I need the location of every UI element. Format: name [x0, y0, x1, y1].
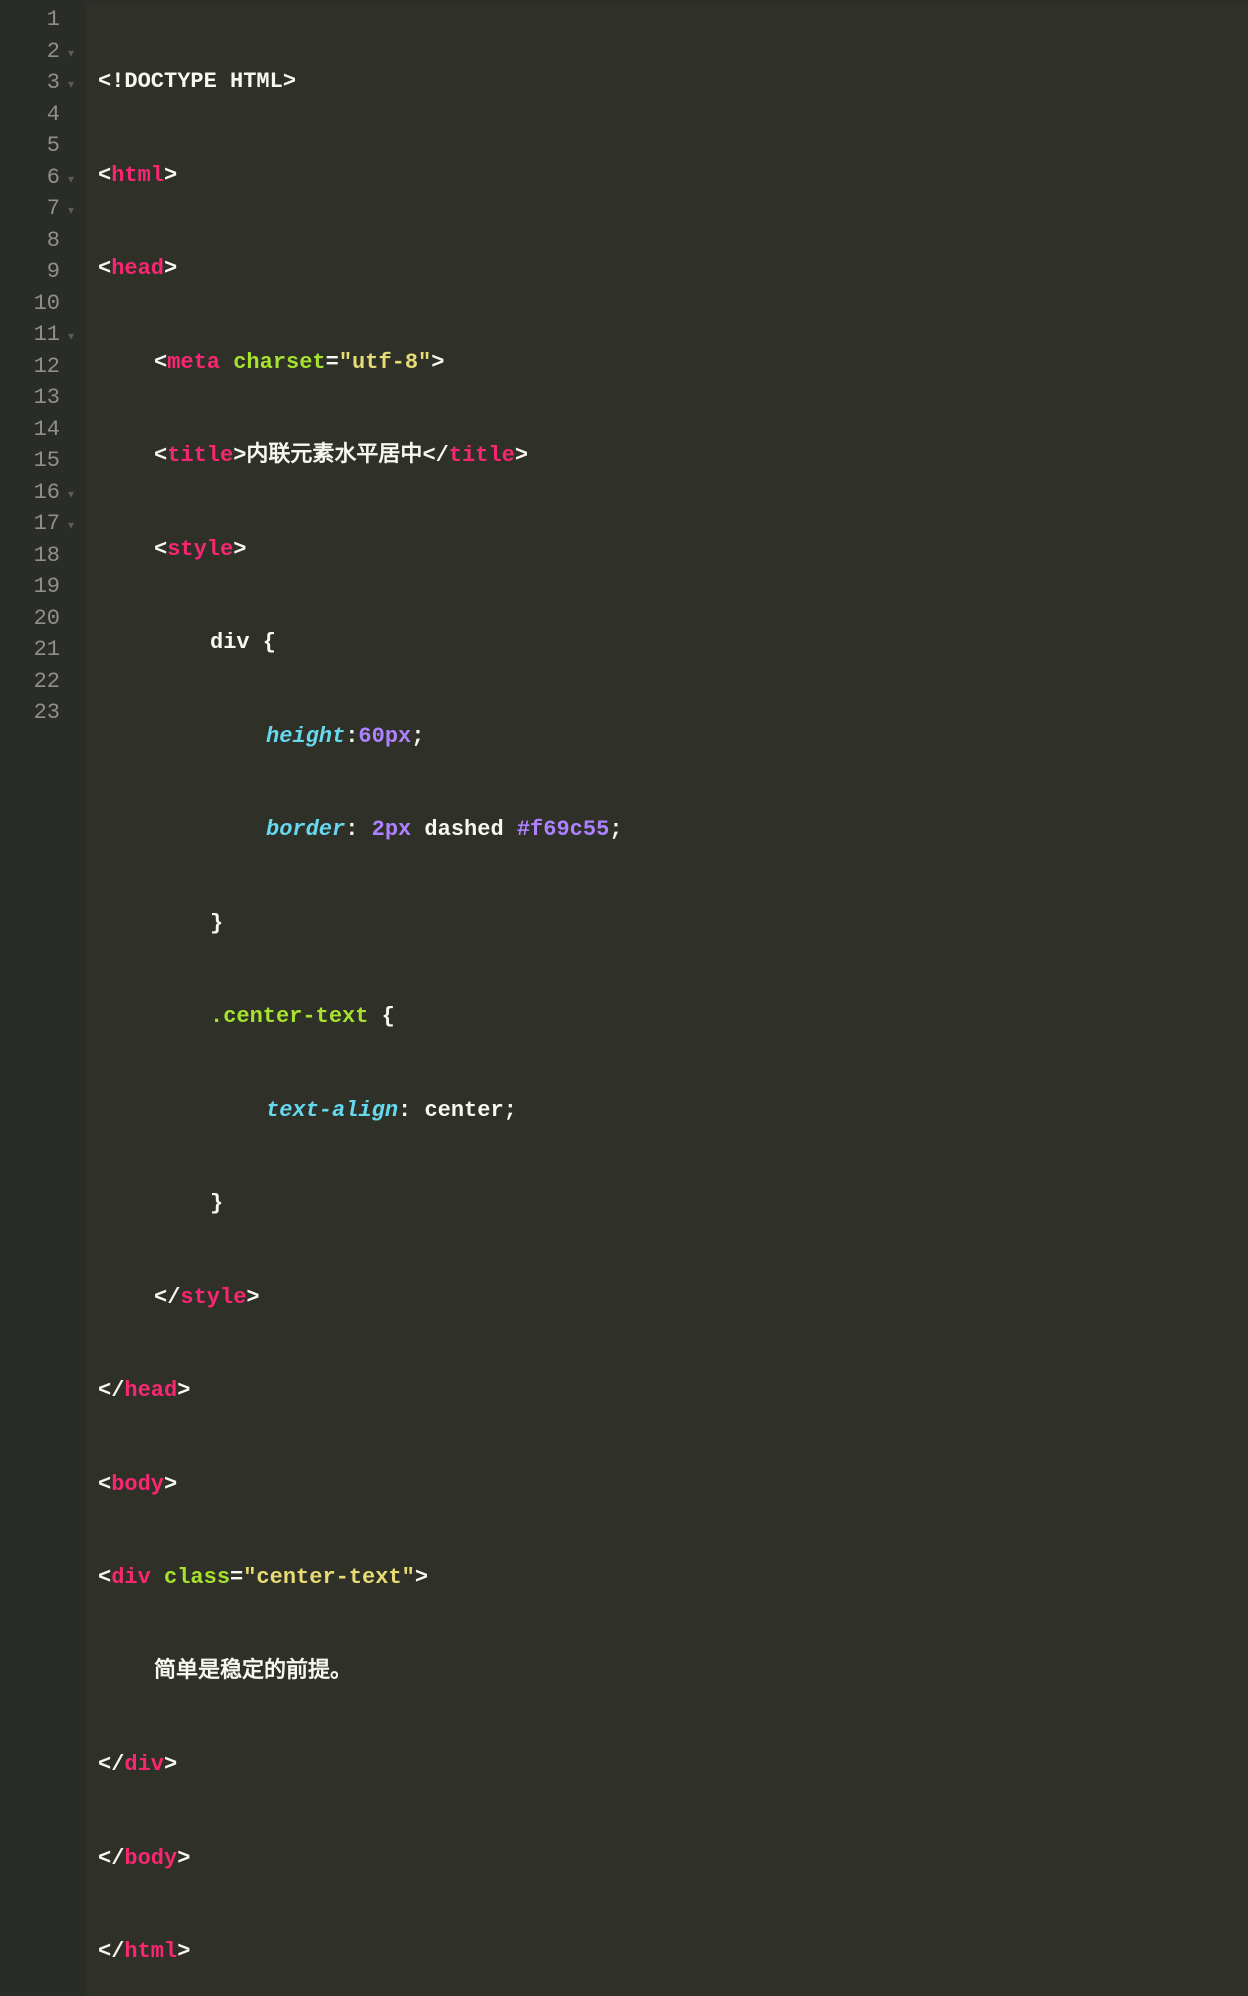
code-line: .center-text {: [98, 1001, 1248, 1033]
line-number: 4: [47, 99, 60, 130]
code-line: </head>: [98, 1375, 1248, 1407]
line-number: 18: [34, 540, 60, 571]
code-line: <body>: [98, 1469, 1248, 1501]
code-line: <style>: [98, 534, 1248, 566]
fold-icon[interactable]: ▾: [64, 480, 74, 511]
code-editor[interactable]: 1 2▾ 3▾ 4 5 6▾ 7▾ 8 9 10 11▾ 12 13 14 15…: [0, 0, 1248, 1996]
line-number: 22: [34, 666, 60, 697]
code-line: <html>: [98, 160, 1248, 192]
line-number: 17: [34, 508, 60, 539]
fold-icon[interactable]: ▾: [64, 196, 74, 227]
line-number: 8: [47, 225, 60, 256]
line-number: 14: [34, 414, 60, 445]
line-number: 7: [47, 193, 60, 224]
code-line: <!DOCTYPE HTML>: [98, 66, 1248, 98]
code-line: </body>: [98, 1843, 1248, 1875]
line-number: 6: [47, 162, 60, 193]
line-number: 12: [34, 351, 60, 382]
line-number: 2: [47, 36, 60, 67]
line-number: 15: [34, 445, 60, 476]
code-line: border: 2px dashed #f69c55;: [98, 814, 1248, 846]
fold-icon[interactable]: ▾: [64, 511, 74, 542]
code-line: </style>: [98, 1282, 1248, 1314]
code-line: <head>: [98, 253, 1248, 285]
line-number: 9: [47, 256, 60, 287]
line-number: 23: [34, 697, 60, 728]
fold-icon[interactable]: ▾: [64, 322, 74, 353]
line-number: 16: [34, 477, 60, 508]
fold-icon[interactable]: ▾: [64, 165, 74, 196]
code-line: }: [98, 1188, 1248, 1220]
line-number-gutter: 1 2▾ 3▾ 4 5 6▾ 7▾ 8 9 10 11▾ 12 13 14 15…: [0, 4, 86, 1996]
code-line: <div class="center-text">: [98, 1562, 1248, 1594]
code-line: </html>: [98, 1936, 1248, 1968]
line-number: 3: [47, 67, 60, 98]
code-line: </div>: [98, 1749, 1248, 1781]
line-number: 10: [34, 288, 60, 319]
line-number: 20: [34, 603, 60, 634]
code-line: div {: [98, 627, 1248, 659]
code-area[interactable]: <!DOCTYPE HTML> <html> <head> <meta char…: [86, 4, 1248, 1996]
line-number: 5: [47, 130, 60, 161]
line-number: 1: [47, 4, 60, 35]
line-number: 19: [34, 571, 60, 602]
line-number: 11: [34, 319, 60, 350]
line-number: 13: [34, 382, 60, 413]
line-number: 21: [34, 634, 60, 665]
code-line: 简单是稳定的前提。: [98, 1656, 1248, 1688]
fold-icon[interactable]: ▾: [64, 39, 74, 70]
code-line: height:60px;: [98, 721, 1248, 753]
code-line: }: [98, 908, 1248, 940]
code-line: text-align: center;: [98, 1095, 1248, 1127]
code-line: <title>内联元素水平居中</title>: [98, 440, 1248, 472]
code-line: <meta charset="utf-8">: [98, 347, 1248, 379]
fold-icon[interactable]: ▾: [64, 70, 74, 101]
